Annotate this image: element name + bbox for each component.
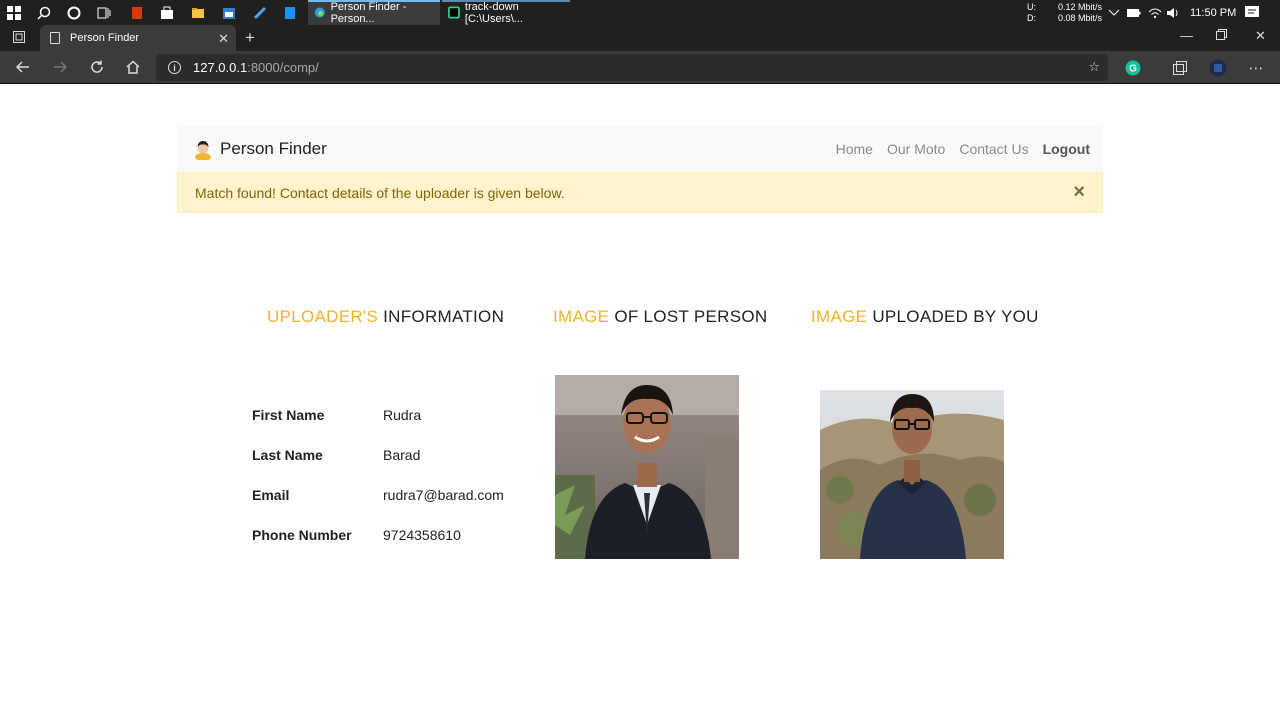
info-row-last-name: Last Name Barad — [252, 435, 504, 475]
grammarly-icon[interactable]: G — [1124, 59, 1142, 77]
heading-uploader-information: UPLOADER'S INFORMATION — [267, 307, 504, 327]
notes-icon[interactable] — [280, 3, 300, 22]
volume-icon[interactable] — [1166, 0, 1180, 25]
info-value: Rudra — [383, 407, 422, 423]
url-path: :8000/comp/ — [247, 60, 319, 75]
network-speed: 0.12 Mbit/s 0.08 Mbit/s — [1058, 0, 1102, 25]
profile-avatar-icon[interactable] — [1209, 59, 1227, 77]
clock[interactable]: 11:50 PM — [1190, 0, 1236, 25]
alert-close-button[interactable]: × — [1073, 182, 1085, 202]
pycharm-icon — [448, 6, 460, 19]
minimize-icon[interactable]: — — [1180, 28, 1193, 43]
search-icon[interactable] — [34, 3, 54, 22]
info-row-phone: Phone Number 9724358610 — [252, 515, 504, 555]
upload-label: U: — [1027, 1, 1036, 12]
heading-highlight: IMAGE — [553, 307, 610, 326]
match-alert: Match found! Contact details of the uplo… — [177, 172, 1103, 213]
page-icon — [50, 32, 60, 44]
notification-icon[interactable] — [1245, 0, 1259, 25]
heading-highlight: UPLOADER'S — [267, 307, 379, 326]
refresh-icon[interactable] — [86, 57, 108, 77]
close-tab-icon[interactable]: ✕ — [218, 31, 229, 47]
network-speed-labels: U: D: — [1027, 0, 1036, 25]
collections-icon[interactable] — [1171, 59, 1189, 77]
forward-icon[interactable] — [49, 57, 71, 77]
add-favorite-icon[interactable]: ☆ — [1088, 59, 1100, 75]
cortana-icon[interactable] — [64, 3, 84, 22]
windows-start-icon[interactable] — [4, 3, 24, 22]
heading-rest: INFORMATION — [378, 307, 505, 326]
tab-actions-icon[interactable] — [8, 27, 30, 47]
info-row-first-name: First Name Rudra — [252, 395, 504, 435]
address-bar[interactable]: i 127.0.0.1:8000/comp/ ☆ — [156, 54, 1108, 81]
uploaded-photo — [820, 390, 1004, 559]
back-icon[interactable] — [12, 57, 34, 77]
task-view-icon[interactable] — [94, 3, 114, 22]
lost-person-photo — [555, 375, 739, 559]
info-row-email: Email rudra7@barad.com — [252, 475, 504, 515]
battery-icon[interactable] — [1127, 0, 1141, 25]
store-icon[interactable] — [157, 3, 177, 22]
windows-taskbar: Person Finder - Person... track-down [C:… — [0, 0, 1280, 25]
pen-icon[interactable] — [250, 3, 270, 22]
download-label: D: — [1027, 12, 1036, 23]
url-host: 127.0.0.1 — [193, 60, 248, 75]
info-value: rudra7@barad.com — [383, 487, 504, 503]
tab-title: Person Finder — [70, 32, 140, 44]
wifi-icon[interactable] — [1148, 0, 1162, 25]
browser-tab-strip: Person Finder ✕ + — ✕ — [0, 25, 1280, 51]
chevron-up-icon[interactable] — [1108, 0, 1120, 25]
info-label: First Name — [252, 407, 325, 423]
svg-text:G: G — [1129, 64, 1137, 75]
info-value: 9724358610 — [383, 527, 461, 543]
uploader-info-table: First Name Rudra Last Name Barad Email r… — [252, 395, 504, 555]
tab-person-finder[interactable]: Person Finder ✕ — [40, 25, 236, 51]
home-icon[interactable] — [122, 57, 144, 77]
new-tab-icon[interactable]: + — [245, 28, 255, 48]
taskbar-app-edge[interactable]: Person Finder - Person... — [308, 0, 440, 25]
info-label: Phone Number — [252, 527, 352, 543]
nav-logout[interactable]: Logout — [1043, 141, 1090, 157]
nav-our-moto[interactable]: Our Moto — [887, 141, 945, 157]
heading-rest: UPLOADED BY YOU — [867, 307, 1039, 326]
calendar-icon[interactable] — [219, 3, 239, 22]
brand[interactable]: Person Finder — [194, 138, 327, 160]
download-speed: 0.08 Mbit/s — [1058, 12, 1103, 23]
more-menu-icon[interactable]: ⋯ — [1247, 59, 1265, 77]
info-label: Email — [252, 487, 290, 503]
nav-contact-us[interactable]: Contact Us — [959, 141, 1028, 157]
nav-home[interactable]: Home — [836, 141, 873, 157]
info-value: Barad — [383, 447, 421, 463]
restore-icon[interactable] — [1216, 28, 1227, 43]
nav-links: Home Our Moto Contact Us Logout — [822, 125, 1090, 172]
taskbar-app-pycharm[interactable]: track-down [C:\Users\... — [442, 0, 570, 25]
taskbar-app-title: Person Finder - Person... — [330, 0, 407, 25]
alert-message: Match found! Contact details of the uplo… — [195, 184, 565, 201]
office-icon[interactable] — [127, 3, 147, 22]
clock-time: 11:50 PM — [1190, 6, 1237, 19]
person-logo-icon — [195, 140, 211, 160]
site-navbar: Person Finder Home Our Moto Contact Us L… — [177, 125, 1103, 172]
browser-toolbar: i 127.0.0.1:8000/comp/ ☆ G ⋯ — [0, 51, 1280, 84]
edge-icon — [314, 7, 325, 18]
close-window-icon[interactable]: ✕ — [1255, 28, 1266, 44]
heading-rest: OF LOST PERSON — [609, 307, 768, 326]
page-content: Person Finder Home Our Moto Contact Us L… — [0, 85, 1280, 720]
brand-name: Person Finder — [220, 138, 327, 158]
heading-image-uploaded: IMAGE UPLOADED BY YOU — [811, 307, 1039, 327]
info-label: Last Name — [252, 447, 323, 463]
taskbar-app-title: track-down [C:\Users\... — [464, 0, 523, 25]
upload-speed: 0.12 Mbit/s — [1058, 1, 1103, 12]
file-explorer-icon[interactable] — [188, 3, 208, 22]
heading-image-lost-person: IMAGE OF LOST PERSON — [553, 307, 767, 327]
site-info-icon[interactable]: i — [168, 61, 181, 74]
heading-highlight: IMAGE — [811, 307, 868, 326]
